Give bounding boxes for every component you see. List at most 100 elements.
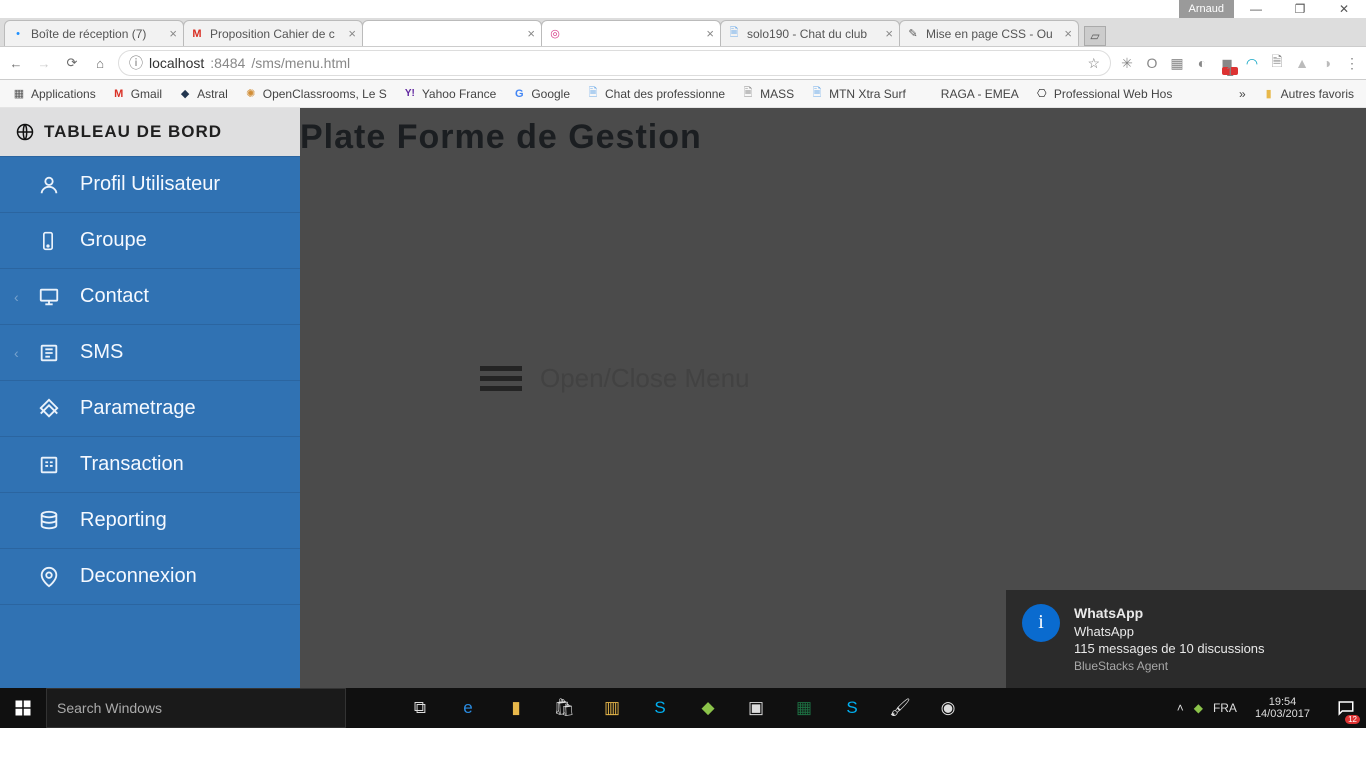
bookmark-item[interactable]: Y!Yahoo France — [397, 84, 503, 104]
browser-tab[interactable]: × — [362, 20, 542, 46]
form-icon — [38, 454, 62, 476]
extension-icon[interactable]: ▲ — [1294, 55, 1310, 71]
browser-menu-button[interactable]: ⋮ — [1344, 55, 1360, 72]
bookmark-label: MASS — [760, 87, 794, 101]
bookmark-label: Professional Web Hos — [1054, 87, 1173, 101]
window-close-button[interactable]: ✕ — [1322, 0, 1366, 18]
bookmark-item[interactable]: RAGA - EMEA — [916, 84, 1025, 104]
new-tab-button[interactable]: ▱ — [1084, 26, 1106, 46]
tab-title: solo190 - Chat du club — [747, 27, 879, 41]
taskbar-app-explorer[interactable]: ▮ — [492, 688, 540, 728]
toast-text: WhatsApp WhatsApp 115 messages de 10 dis… — [1074, 604, 1265, 674]
browser-tab[interactable]: M Proposition Cahier de c × — [183, 20, 363, 46]
bookmark-label: Yahoo France — [422, 87, 497, 101]
sidebar-item-label: Deconnexion — [80, 565, 197, 588]
window-minimize-button[interactable]: — — [1234, 0, 1278, 18]
bookmark-star-icon[interactable]: ☆ — [1087, 55, 1100, 72]
extension-icon[interactable]: ▦ — [1169, 55, 1185, 72]
taskbar-search[interactable]: Search Windows — [46, 688, 346, 728]
start-button[interactable] — [0, 699, 46, 717]
sidebar-item-label: Profil Utilisateur — [80, 173, 220, 196]
favicon-icon: • — [11, 27, 25, 41]
tray-icon[interactable]: ◆ — [1194, 701, 1203, 715]
notification-toast[interactable]: i WhatsApp WhatsApp 115 messages de 10 d… — [1006, 590, 1366, 688]
extension-icon[interactable]: ◐ — [1194, 55, 1210, 71]
taskbar-app-paint[interactable]: 🖌 — [876, 688, 924, 728]
tab-close-button[interactable]: × — [169, 26, 177, 41]
site-info-icon[interactable]: ⓘ — [129, 53, 143, 73]
browser-tab[interactable]: • Boîte de réception (7) × — [4, 20, 184, 46]
tray-clock[interactable]: 19:54 14/03/2017 — [1247, 696, 1318, 720]
sidebar-item-label: Reporting — [80, 509, 167, 532]
bookmark-item[interactable]: ⎔Professional Web Hos — [1029, 84, 1179, 104]
taskview-button[interactable]: ⧉ — [396, 688, 444, 728]
bookmark-item[interactable]: GGoogle — [506, 84, 576, 104]
taskbar-app-skype2[interactable]: S — [828, 688, 876, 728]
extension-icon[interactable]: 🗎 — [1269, 51, 1285, 75]
taskbar-app-store[interactable]: 🛍 — [540, 688, 588, 728]
bookmark-item[interactable]: 🗎MASS — [735, 84, 800, 104]
extension-icon[interactable]: ◠ — [1244, 55, 1260, 72]
tray-overflow-button[interactable]: ˄ — [1177, 701, 1184, 715]
tab-close-button[interactable]: × — [527, 26, 535, 41]
bookmark-item[interactable]: ▦Applications — [6, 84, 102, 104]
sidebar-item-profil[interactable]: Profil Utilisateur — [0, 156, 300, 212]
extension-icon[interactable]: ✳ — [1119, 55, 1135, 72]
tray-time: 19:54 — [1255, 696, 1310, 708]
other-bookmarks-folder[interactable]: ▮Autres favoris — [1256, 84, 1360, 104]
bookmark-item[interactable]: ◆Astral — [172, 84, 234, 104]
reload-button[interactable]: ⟳ — [62, 55, 82, 71]
taskbar-app-edge[interactable]: e — [444, 688, 492, 728]
sidebar-item-transaction[interactable]: Transaction — [0, 436, 300, 492]
bookmark-item[interactable]: 🗎MTN Xtra Surf — [804, 84, 912, 104]
back-button[interactable]: ← — [6, 56, 26, 71]
action-center-button[interactable]: 12 — [1326, 688, 1366, 728]
extension-icon[interactable]: O — [1144, 55, 1160, 71]
tab-close-button[interactable]: × — [348, 26, 356, 41]
taskbar-app-notes[interactable]: ▥ — [588, 688, 636, 728]
sidebar-item-groupe[interactable]: Groupe — [0, 212, 300, 268]
tray-language[interactable]: FRA — [1213, 701, 1237, 715]
bookmark-label: OpenClassrooms, Le S — [263, 87, 387, 101]
extension-icon[interactable]: ◑ — [1319, 55, 1335, 71]
taskbar-app-skype[interactable]: S — [636, 688, 684, 728]
taskbar-app-terminal[interactable]: ▣ — [732, 688, 780, 728]
folder-icon: ▮ — [1262, 87, 1276, 101]
sidebar-item-reporting[interactable]: Reporting — [0, 492, 300, 548]
sidebar-item-label: SMS — [80, 341, 123, 364]
taskbar-search-placeholder: Search Windows — [57, 700, 162, 716]
extension-icon[interactable]: ◼1 — [1219, 55, 1235, 72]
tab-close-button[interactable]: × — [706, 26, 714, 41]
browser-toolbar: ← → ⟳ ⌂ ⓘ localhost:8484/sms/menu.html ☆… — [0, 46, 1366, 80]
apps-icon: ▦ — [12, 87, 26, 101]
address-bar[interactable]: ⓘ localhost:8484/sms/menu.html ☆ — [118, 50, 1111, 76]
bookmark-label: Astral — [197, 87, 228, 101]
chevron-left-icon: ‹ — [14, 289, 19, 305]
browser-tab[interactable]: 🗎 solo190 - Chat du club × — [720, 20, 900, 46]
tab-close-button[interactable]: × — [885, 26, 893, 41]
tab-title: Mise en page CSS - Ou — [926, 27, 1058, 41]
sidebar-item-parametrage[interactable]: Parametrage — [0, 380, 300, 436]
bookmark-item[interactable]: MGmail — [106, 84, 168, 104]
taskbar-app-excel[interactable]: ▦ — [780, 688, 828, 728]
bookmark-item[interactable]: 🗎Chat des professionne — [580, 84, 731, 104]
bookmarks-overflow-button[interactable]: » — [1233, 84, 1252, 104]
taskbar-app-chrome[interactable]: ◉ — [924, 688, 972, 728]
taskbar-app-bluestacks[interactable]: ◆ — [684, 688, 732, 728]
window-maximize-button[interactable]: ❐ — [1278, 0, 1322, 18]
browser-tab[interactable]: ✎ Mise en page CSS - Ou × — [899, 20, 1079, 46]
sidebar-item-sms[interactable]: ‹ SMS — [0, 324, 300, 380]
browser-tabstrip: • Boîte de réception (7) × M Proposition… — [0, 18, 1366, 46]
browser-tab[interactable]: ◎ × — [541, 20, 721, 46]
forward-button[interactable]: → — [34, 56, 54, 71]
home-button[interactable]: ⌂ — [90, 56, 110, 71]
bookmark-label: Chat des professionne — [605, 87, 725, 101]
badge-count: 1 — [1222, 67, 1238, 75]
bookmark-item[interactable]: ✺OpenClassrooms, Le S — [238, 84, 393, 104]
toast-body: 115 messages de 10 discussions — [1074, 640, 1265, 658]
sidebar-header[interactable]: TABLEAU DE BORD — [0, 108, 300, 156]
tab-close-button[interactable]: × — [1064, 26, 1072, 41]
sidebar-item-deconnexion[interactable]: Deconnexion — [0, 548, 300, 604]
bookmarks-bar: ▦Applications MGmail ◆Astral ✺OpenClassr… — [0, 80, 1366, 108]
sidebar-item-contact[interactable]: ‹ Contact — [0, 268, 300, 324]
